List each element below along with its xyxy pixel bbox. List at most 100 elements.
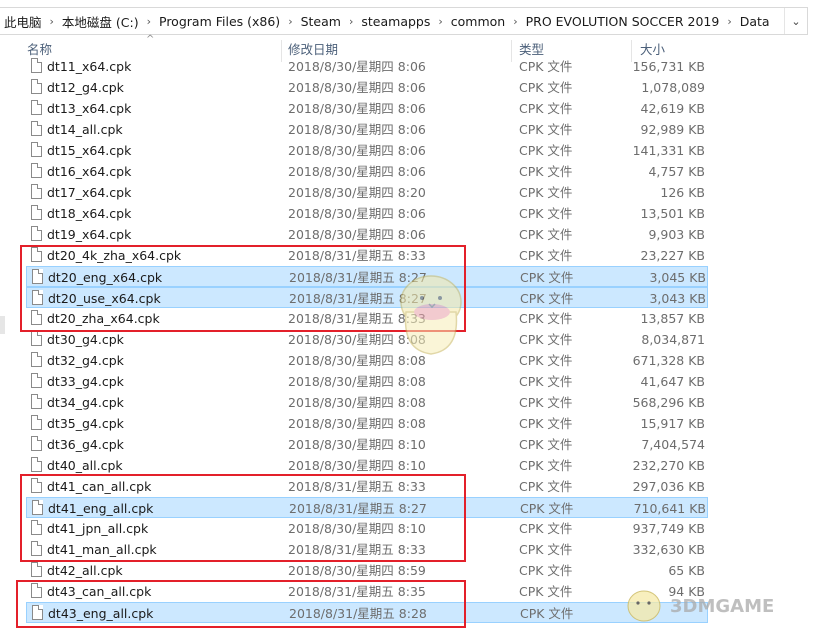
file-icon bbox=[31, 79, 42, 94]
file-icon bbox=[31, 352, 42, 367]
file-size: 568,296 KB bbox=[632, 395, 705, 410]
file-size: 332,630 KB bbox=[632, 542, 705, 557]
file-name: dt14_all.cpk bbox=[47, 122, 123, 137]
file-date: 2018/8/30/星期四 8:06 bbox=[288, 206, 426, 221]
address-bar[interactable]: 此电脑 › 本地磁盘 (C:) › Program Files (x86) › Steam ›… bbox=[0, 7, 808, 35]
breadcrumb-separator-icon[interactable]: › bbox=[725, 15, 735, 28]
file-type: CPK 文件 bbox=[519, 332, 573, 347]
file-type: CPK 文件 bbox=[519, 206, 573, 221]
file-size: 232,270 KB bbox=[632, 458, 705, 473]
file-size: 42,619 KB bbox=[640, 101, 705, 116]
file-name: dt40_all.cpk bbox=[47, 458, 123, 473]
breadcrumb-item[interactable]: 此电脑 bbox=[0, 12, 48, 31]
file-row[interactable]: dt14_all.cpk 2018/8/30/星期四 8:06 CPK 文件 92,9… bbox=[26, 119, 708, 140]
file-date: 2018/8/30/星期四 8:06 bbox=[288, 227, 426, 242]
file-row[interactable]: dt42_all.cpk 2018/8/30/星期四 8:59 CPK 文件 65 K… bbox=[26, 560, 708, 581]
file-type: CPK 文件 bbox=[519, 458, 573, 473]
file-type: CPK 文件 bbox=[519, 542, 573, 557]
file-row[interactable]: dt12_g4.cpk 2018/8/30/星期四 8:06 CPK 文件 1,078… bbox=[26, 77, 708, 98]
file-type: CPK 文件 bbox=[519, 374, 573, 389]
file-size: 9,903 KB bbox=[648, 227, 705, 242]
file-type: CPK 文件 bbox=[519, 395, 573, 410]
file-name: dt35_g4.cpk bbox=[47, 416, 124, 431]
file-date: 2018/8/30/星期四 8:06 bbox=[288, 101, 426, 116]
address-dropdown-button[interactable]: ⌄ bbox=[784, 8, 807, 34]
breadcrumb-separator-icon[interactable]: › bbox=[286, 15, 296, 28]
file-row[interactable]: dt18_x64.cpk 2018/8/30/星期四 8:06 CPK 文件 13,5… bbox=[26, 203, 708, 224]
file-date: 2018/8/30/星期四 8:20 bbox=[288, 185, 426, 200]
file-type: CPK 文件 bbox=[519, 479, 573, 494]
file-date: 2018/8/30/星期四 8:08 bbox=[288, 416, 426, 431]
file-date: 2018/8/30/星期四 8:08 bbox=[288, 374, 426, 389]
file-row[interactable]: dt34_g4.cpk 2018/8/30/星期四 8:08 CPK 文件 568,2… bbox=[26, 392, 708, 413]
breadcrumb-separator-icon[interactable]: › bbox=[145, 15, 155, 28]
file-icon bbox=[31, 163, 42, 178]
file-size: 8,034,871 bbox=[641, 332, 705, 347]
file-icon bbox=[31, 205, 42, 220]
file-type: CPK 文件 bbox=[519, 311, 573, 326]
file-size: 3,043 KB bbox=[649, 291, 706, 306]
breadcrumb-item[interactable]: PRO EVOLUTION SOCCER 2019 bbox=[522, 14, 726, 29]
file-icon bbox=[31, 457, 42, 472]
file-icon bbox=[31, 394, 42, 409]
highlight-box bbox=[16, 580, 466, 628]
file-type: CPK 文件 bbox=[520, 291, 574, 306]
breadcrumb-item[interactable]: common bbox=[447, 14, 511, 29]
file-row[interactable]: dt32_g4.cpk 2018/8/30/星期四 8:08 CPK 文件 671,3… bbox=[26, 350, 708, 371]
file-size: 3,045 KB bbox=[649, 270, 706, 285]
file-size: 937,749 KB bbox=[632, 521, 705, 536]
file-icon bbox=[31, 436, 42, 451]
breadcrumb-item[interactable]: Steam bbox=[297, 14, 347, 29]
file-name: dt30_g4.cpk bbox=[47, 332, 124, 347]
file-row[interactable]: dt15_x64.cpk 2018/8/30/星期四 8:06 CPK 文件 141,… bbox=[26, 140, 708, 161]
breadcrumb-item[interactable]: 本地磁盘 (C:) bbox=[58, 12, 145, 31]
file-date: 2018/8/30/星期四 8:06 bbox=[288, 80, 426, 95]
breadcrumb-separator-icon[interactable]: › bbox=[347, 15, 357, 28]
file-type: CPK 文件 bbox=[520, 270, 574, 285]
file-name: dt17_x64.cpk bbox=[47, 185, 132, 200]
file-row[interactable]: dt17_x64.cpk 2018/8/30/星期四 8:20 CPK 文件 126 … bbox=[26, 182, 708, 203]
file-name: dt34_g4.cpk bbox=[47, 395, 124, 410]
file-type: CPK 文件 bbox=[519, 101, 573, 116]
file-row[interactable]: dt16_x64.cpk 2018/8/30/星期四 8:06 CPK 文件 4,75… bbox=[26, 161, 708, 182]
breadcrumb-item[interactable]: Program Files (x86) bbox=[155, 14, 286, 29]
file-row[interactable]: dt19_x64.cpk 2018/8/30/星期四 8:06 CPK 文件 9,90… bbox=[26, 224, 708, 245]
file-row[interactable]: dt40_all.cpk 2018/8/30/星期四 8:10 CPK 文件 232,… bbox=[26, 455, 708, 476]
file-date: 2018/8/30/星期四 8:06 bbox=[288, 59, 426, 74]
file-type: CPK 文件 bbox=[519, 59, 573, 74]
file-type: CPK 文件 bbox=[519, 164, 573, 179]
file-size: 41,647 KB bbox=[640, 374, 705, 389]
file-icon bbox=[31, 121, 42, 136]
file-size: 297,036 KB bbox=[632, 479, 705, 494]
file-size: 710,641 KB bbox=[633, 501, 706, 516]
breadcrumb-separator-icon[interactable]: › bbox=[436, 15, 446, 28]
file-row[interactable]: dt36_g4.cpk 2018/8/30/星期四 8:10 CPK 文件 7,404… bbox=[26, 434, 708, 455]
file-name: dt15_x64.cpk bbox=[47, 143, 132, 158]
file-type: CPK 文件 bbox=[519, 437, 573, 452]
file-date: 2018/8/30/星期四 8:10 bbox=[288, 458, 426, 473]
file-size: 141,331 KB bbox=[632, 143, 705, 158]
file-name: dt36_g4.cpk bbox=[47, 437, 124, 452]
file-row[interactable]: dt30_g4.cpk 2018/8/30/星期四 8:08 CPK 文件 8,034… bbox=[26, 329, 708, 350]
file-type: CPK 文件 bbox=[519, 353, 573, 368]
file-row[interactable]: dt13_x64.cpk 2018/8/30/星期四 8:06 CPK 文件 42,6… bbox=[26, 98, 708, 119]
breadcrumb-item[interactable]: Data bbox=[736, 14, 776, 29]
file-name: dt33_g4.cpk bbox=[47, 374, 124, 389]
breadcrumb-item[interactable]: steamapps bbox=[357, 14, 436, 29]
file-icon bbox=[31, 373, 42, 388]
file-type: CPK 文件 bbox=[519, 563, 573, 578]
file-size: 13,857 KB bbox=[640, 311, 705, 326]
watermark-mascot-icon bbox=[627, 590, 661, 622]
file-type: CPK 文件 bbox=[519, 521, 573, 536]
breadcrumb-separator-icon[interactable]: › bbox=[511, 15, 521, 28]
file-icon bbox=[31, 184, 42, 199]
breadcrumb: 此电脑 › 本地磁盘 (C:) › Program Files (x86) › Steam ›… bbox=[0, 12, 776, 31]
file-row[interactable]: dt33_g4.cpk 2018/8/30/星期四 8:08 CPK 文件 41,64… bbox=[26, 371, 708, 392]
file-name: dt16_x64.cpk bbox=[47, 164, 132, 179]
breadcrumb-separator-icon[interactable]: › bbox=[48, 15, 58, 28]
file-size: 7,404,574 bbox=[641, 437, 705, 452]
file-icon bbox=[31, 58, 42, 73]
file-icon bbox=[31, 100, 42, 115]
file-row[interactable]: dt35_g4.cpk 2018/8/30/星期四 8:08 CPK 文件 15,91… bbox=[26, 413, 708, 434]
file-row[interactable]: dt11_x64.cpk 2018/8/30/星期四 8:06 CPK 文件 156,… bbox=[26, 56, 708, 77]
